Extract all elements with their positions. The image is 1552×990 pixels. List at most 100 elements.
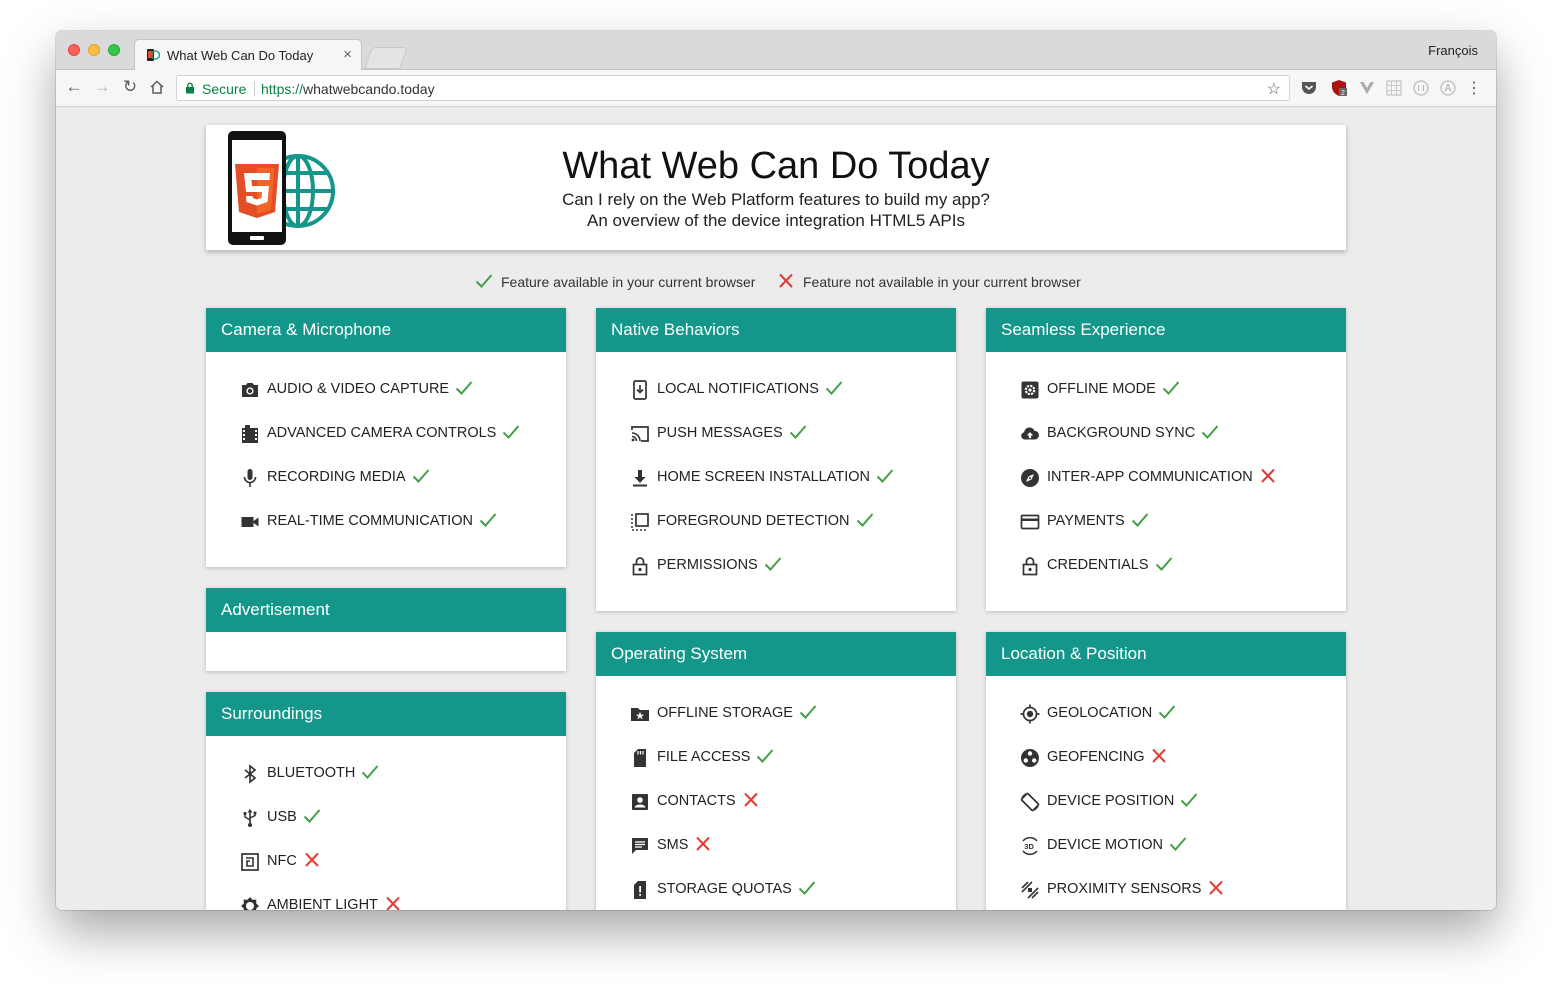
feature-label-text: BACKGROUND SYNC — [1047, 425, 1196, 441]
feature-label-text: GEOFENCING — [1047, 749, 1145, 765]
select-window-icon — [631, 513, 649, 531]
usb-icon — [243, 809, 257, 827]
proximity-icon — [1021, 881, 1039, 899]
checkmark-icon — [757, 749, 774, 764]
zoom-window-button[interactable] — [108, 44, 120, 56]
feature-label-text: AMBIENT LIGHT — [267, 897, 378, 910]
feature-label: HOME SCREEN INSTALLATION — [657, 469, 894, 485]
feature-label-text: GEOLOCATION — [1047, 705, 1153, 721]
feature-label-text: HOME SCREEN INSTALLATION — [657, 469, 870, 485]
lock-open-icon — [632, 557, 648, 576]
checkmark-icon — [856, 513, 873, 528]
film-icon — [242, 425, 258, 443]
cross-icon — [1209, 880, 1224, 895]
feature-label: BLUETOOTH — [267, 765, 379, 781]
feature-label-text: AUDIO & VIDEO CAPTURE — [267, 381, 450, 397]
nfc-icon — [241, 853, 259, 871]
accessibility-extension-icon[interactable] — [1439, 79, 1457, 97]
back-icon[interactable]: ← — [63, 76, 85, 98]
bookmark-star-icon[interactable]: ☆ — [1267, 79, 1281, 99]
feature-label-text: OFFLINE STORAGE — [657, 705, 793, 721]
card-title[interactable]: Camera & Microphone — [206, 308, 566, 352]
reload-icon[interactable]: ↻ — [119, 76, 141, 98]
ublock-extension-icon[interactable]: 2 — [1330, 79, 1348, 97]
sd-alert-icon — [634, 881, 646, 899]
vue-devtools-icon[interactable] — [1358, 79, 1376, 97]
feature-label-text: PERMISSIONS — [657, 557, 758, 573]
download-icon — [633, 470, 647, 487]
cross-icon — [386, 896, 400, 910]
feature-label: OFFLINE MODE — [1047, 381, 1180, 397]
omnibox-divider — [254, 81, 255, 96]
video-camera-icon — [241, 517, 259, 527]
credit-card-icon — [1020, 514, 1040, 530]
tab-close-icon[interactable]: × — [343, 46, 352, 63]
legend-available-text: Feature available in your current browse… — [501, 274, 756, 290]
feature-label: AUDIO & VIDEO CAPTURE — [267, 381, 473, 397]
card-title: Advertisement — [206, 588, 566, 632]
checkmark-icon — [503, 425, 520, 440]
cross-icon — [743, 792, 758, 807]
checkmark-icon — [764, 557, 781, 572]
card-title[interactable]: Surroundings — [206, 692, 566, 736]
feature-label: RECORDING MEDIA — [267, 469, 430, 485]
feature-label-text: INTER-APP COMMUNICATION — [1047, 469, 1253, 485]
card-seamless-experience: Seamless Experience OFFLINE MODE BACKGRO… — [986, 308, 1346, 611]
feature-label-text: FOREGROUND DETECTION — [657, 513, 850, 529]
folder-star-icon — [631, 708, 649, 721]
svg-text:2: 2 — [1341, 90, 1345, 97]
card-title[interactable]: Operating System — [596, 632, 956, 676]
checkmark-icon — [1131, 513, 1148, 528]
forward-icon[interactable]: → — [91, 76, 113, 98]
feature-label: DEVICE MOTION — [1047, 837, 1187, 853]
feature-label-text: FILE ACCESS — [657, 749, 751, 765]
address-bar[interactable]: Secure https://whatwebcando.today ☆ — [176, 75, 1290, 101]
checkmark-icon — [1181, 793, 1198, 808]
feature-label: DEVICE POSITION — [1047, 793, 1198, 809]
card-title[interactable]: Native Behaviors — [596, 308, 956, 352]
checkmark-icon — [876, 469, 894, 484]
feature-label: PROXIMITY SENSORS — [1047, 880, 1225, 897]
feature-label-text: DEVICE MOTION — [1047, 837, 1164, 853]
secure-label: Secure — [202, 81, 247, 97]
home-icon[interactable] — [146, 76, 168, 98]
compass-icon — [1021, 469, 1039, 487]
feature-label-text: PUSH MESSAGES — [657, 425, 783, 441]
feature-label-text: PAYMENTS — [1047, 513, 1125, 529]
close-window-button[interactable] — [68, 44, 80, 56]
secure-lock-icon — [186, 82, 194, 94]
minimize-window-button[interactable] — [88, 44, 100, 56]
contact-icon — [632, 794, 648, 810]
grid-extension-icon[interactable] — [1385, 79, 1403, 97]
card-location-position: Location & Position GEOLOCATION GEOFENCI… — [986, 632, 1346, 910]
card-operating-system: Operating System OFFLINE STORAGE FILE AC… — [596, 632, 956, 910]
title-bar: What Web Can Do Today × François — [56, 31, 1496, 70]
screen-rotation-icon — [1020, 792, 1040, 812]
checkmark-icon — [1162, 381, 1180, 396]
feature-label-text: PROXIMITY SENSORS — [1047, 881, 1202, 897]
microphone-icon — [243, 469, 257, 487]
new-tab-button[interactable] — [363, 47, 409, 69]
url-text[interactable]: https://whatwebcando.today — [261, 81, 435, 97]
card-title[interactable]: Seamless Experience — [986, 308, 1346, 352]
feature-label: ADVANCED CAMERA CONTROLS — [267, 425, 520, 441]
feature-label: FILE ACCESS — [657, 749, 774, 765]
feature-label: BACKGROUND SYNC — [1047, 425, 1219, 441]
feature-label: OFFLINE STORAGE — [657, 705, 817, 721]
3d-rotation-icon: 3D — [1022, 836, 1038, 856]
card-title[interactable]: Location & Position — [986, 632, 1346, 676]
browser-tab[interactable]: What Web Can Do Today × — [134, 39, 362, 70]
cross-icon — [305, 852, 319, 867]
feature-label: GEOLOCATION — [1047, 705, 1176, 721]
profile-name[interactable]: François — [1428, 43, 1478, 58]
feature-label-text: ADVANCED CAMERA CONTROLS — [267, 425, 497, 441]
site-favicon-icon — [147, 49, 160, 61]
phone-notification-icon — [633, 380, 647, 400]
circle-extension-icon[interactable] — [1412, 79, 1430, 97]
page-viewport: What Web Can Do Today Can I rely on the … — [56, 107, 1496, 910]
feature-label: SMS — [657, 836, 712, 853]
site-subtitle-line2: An overview of the device integration HT… — [587, 211, 965, 230]
legend-unavailable: Feature not available in your current br… — [779, 273, 1081, 290]
browser-menu-icon[interactable]: ⋮ — [1466, 78, 1482, 98]
pocket-extension-icon[interactable] — [1300, 79, 1318, 97]
